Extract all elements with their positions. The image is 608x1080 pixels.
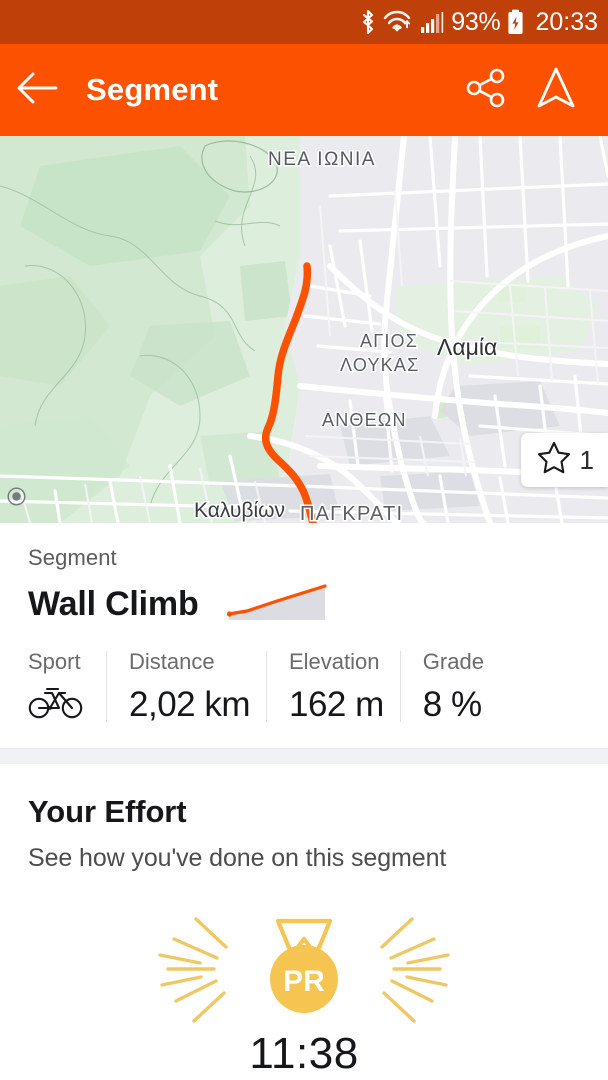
map-view[interactable]: ΝΕΑ ΙΩΝΙΑ ΑΓΙΟΣ ΛΟΥΚΑΣ Λαμία ΑΝΘΕΩΝ Καλυ… <box>0 136 608 523</box>
stat-grade: Grade 8 % <box>400 651 500 722</box>
status-bar: 93% 20:33 <box>0 0 608 44</box>
your-effort-title: Your Effort <box>28 794 580 830</box>
stat-label: Distance <box>129 651 250 673</box>
pr-badge-text: PR <box>283 965 325 998</box>
cellular-signal-icon <box>420 10 444 34</box>
navigate-button[interactable] <box>526 60 586 120</box>
stat-value: 162 m <box>289 687 384 722</box>
share-button[interactable] <box>456 60 516 120</box>
status-icons: 93% 20:33 <box>360 9 598 35</box>
pr-time: 11:38 <box>249 1029 358 1079</box>
segment-label: Segment <box>28 545 580 571</box>
app-bar: Segment <box>0 44 608 136</box>
status-clock: 20:33 <box>535 10 598 35</box>
svg-text:ΝΕΑ ΙΩΝΙΑ: ΝΕΑ ΙΩΝΙΑ <box>268 149 376 170</box>
svg-text:Καλυβίων: Καλυβίων <box>194 499 285 522</box>
back-arrow-icon <box>15 70 59 111</box>
battery-charging-icon <box>507 9 524 35</box>
bluetooth-icon <box>360 9 376 35</box>
segment-name: Wall Climb <box>28 585 199 624</box>
star-badge[interactable]: 1 <box>521 433 608 487</box>
stat-label: Elevation <box>289 651 384 673</box>
pr-medal-icon: PR <box>154 911 454 1033</box>
star-count: 1 <box>580 445 594 476</box>
elevation-profile-thumbnail <box>225 578 330 620</box>
stat-value: 2,02 km <box>129 687 250 722</box>
battery-percentage: 93% <box>451 10 500 35</box>
stat-elevation: Elevation 162 m <box>266 651 400 722</box>
stat-distance: Distance 2,02 km <box>106 651 266 722</box>
your-effort-section: Your Effort See how you've done on this … <box>0 764 608 1079</box>
svg-text:ΑΓΙΟΣ: ΑΓΙΟΣ <box>360 331 418 351</box>
stat-label: Sport <box>28 651 84 673</box>
svg-text:Λαμία: Λαμία <box>437 334 497 360</box>
navigate-arrow-icon <box>534 65 578 116</box>
your-effort-subtitle: See how you've done on this segment <box>28 844 580 873</box>
stat-label: Grade <box>423 651 484 673</box>
pr-block: PR 11:38 <box>28 911 580 1079</box>
app-bar-actions <box>456 60 608 120</box>
svg-text:ΛΟΥΚΑΣ: ΛΟΥΚΑΣ <box>340 355 419 375</box>
back-button[interactable] <box>0 70 74 111</box>
segment-card: Segment Wall Climb Sport <box>0 523 608 724</box>
bicycle-icon <box>28 683 84 724</box>
svg-text:ΠΑΓΚΡΑΤΙ: ΠΑΓΚΡΑΤΙ <box>300 503 403 523</box>
section-divider <box>0 748 608 764</box>
page-title: Segment <box>86 72 456 108</box>
stat-sport: Sport <box>28 651 106 724</box>
stats-row: Sport Distance 2,02 km Elevation 162 m G… <box>28 651 580 724</box>
segment-title-row: Wall Climb <box>28 578 580 624</box>
map-labels: ΝΕΑ ΙΩΝΙΑ ΑΓΙΟΣ ΛΟΥΚΑΣ Λαμία ΑΝΘΕΩΝ Καλυ… <box>0 136 608 523</box>
stat-value: 8 % <box>423 687 484 722</box>
share-icon <box>463 65 509 116</box>
svg-text:ΑΝΘΕΩΝ: ΑΝΘΕΩΝ <box>322 410 407 430</box>
star-outline-icon <box>537 441 571 479</box>
map-attribution-icon[interactable] <box>7 487 26 506</box>
wifi-icon <box>383 10 413 34</box>
